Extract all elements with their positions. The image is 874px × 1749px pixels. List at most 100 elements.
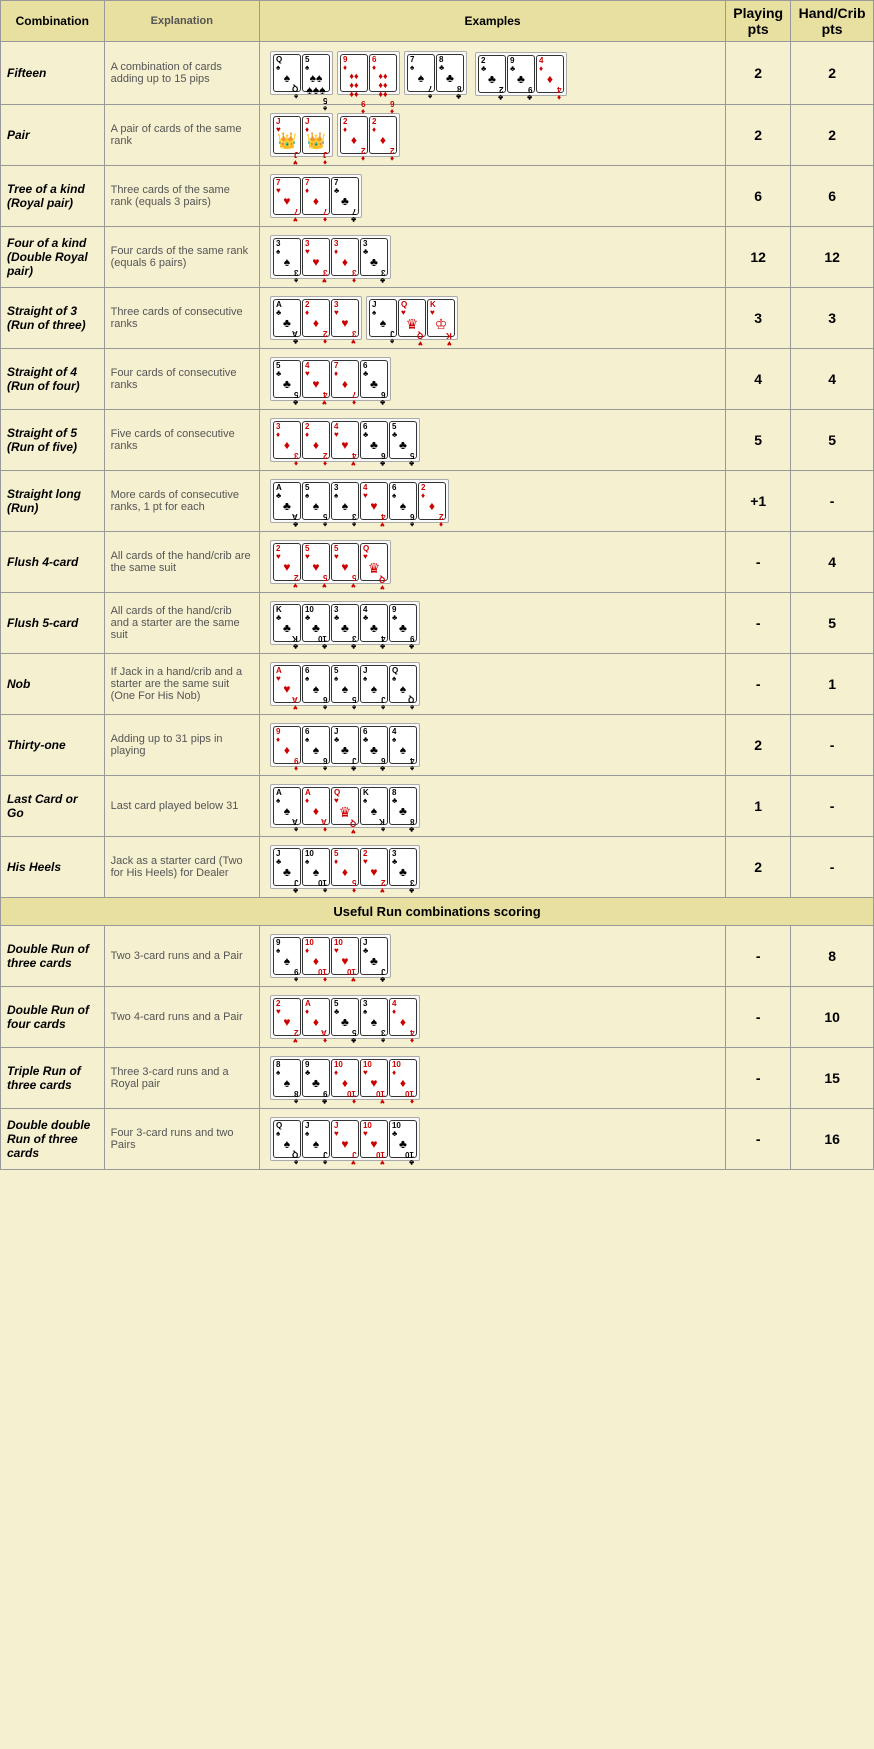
card: Q♠ ♠ Q♠ (273, 1120, 301, 1158)
card: 10♥ ♥ 10♥ (360, 1120, 388, 1158)
combination-triple-run3: Triple Run of three cards (1, 1048, 105, 1109)
combination-lastcard: Last Card or Go (1, 776, 105, 837)
handcrib-straight3: 3 (791, 288, 874, 349)
handcrib-four-kind: 12 (791, 227, 874, 288)
combination-double-run4: Double Run of four cards (1, 987, 105, 1048)
card: Q♠ ♠ Q♠ (389, 665, 417, 703)
card: 10♦ ♦ 10♦ (331, 1059, 359, 1097)
card: A♦ ♦ A♦ (302, 998, 330, 1036)
card: 5♥ ♥ 5♥ (331, 543, 359, 581)
card: 5♦ ♦ 5♦ (331, 848, 359, 886)
card: A♦ ♦ A♦ (302, 787, 330, 825)
playing-thirtyone: 2 (726, 715, 791, 776)
examples-triple-run3: 8♠ ♠ 8♠ 9♣ ♣ 9♣ 10♦ ♦ 10♦ (259, 1048, 725, 1109)
card: 8♠ ♠ 8♠ (273, 1059, 301, 1097)
examples-fifteen: Q♠ ♠ Q♠ 5♠ ♠♠♠♠♠ 5♠ (259, 42, 725, 105)
playing-fifteen: 2 (726, 42, 791, 105)
combination-straight3: Straight of 3 (Run of three) (1, 288, 105, 349)
explanation-double-run3: Two 3-card runs and a Pair (104, 926, 259, 987)
header-playing: Playing pts (726, 1, 791, 42)
combination-four-kind: Four of a kind (Double Royal pair) (1, 227, 105, 288)
playing-flush4: - (726, 532, 791, 593)
playing-double-double-run3: - (726, 1109, 791, 1170)
card: 4♥ ♥ 4♥ (331, 421, 359, 459)
handcrib-three-kind: 6 (791, 166, 874, 227)
card: 7♥ ♥ 7♥ (273, 177, 301, 215)
row-straight-long: Straight long (Run) More cards of consec… (1, 471, 874, 532)
row-pair: Pair A pair of cards of the same rank J♥… (1, 105, 874, 166)
card: 5♥ ♥ 5♥ (302, 543, 330, 581)
card: 6♣ ♣ 6♣ (360, 726, 388, 764)
card: A♠ ♠ A♠ (273, 787, 301, 825)
card: K♣ ♣ K♣ (273, 604, 301, 642)
explanation-triple-run3: Three 3-card runs and a Royal pair (104, 1048, 259, 1109)
card: 4♥ ♥ 4♥ (302, 360, 330, 398)
card: 3♣ ♣ 3♣ (389, 848, 417, 886)
handcrib-fifteen: 2 (791, 42, 874, 105)
card: 4♥ ♥ 4♥ (360, 482, 388, 520)
handcrib-double-double-run3: 16 (791, 1109, 874, 1170)
card: K♥ ♔ K♥ (427, 299, 455, 337)
explanation-lastcard: Last card played below 31 (104, 776, 259, 837)
header-handcrib: Hand/Crib pts (791, 1, 874, 42)
combination-nob: Nob (1, 654, 105, 715)
card: 9♣ ♣ 9♣ (389, 604, 417, 642)
playing-straight4: 4 (726, 349, 791, 410)
card: 3♣ ♣ 3♣ (360, 238, 388, 276)
playing-hisheels: 2 (726, 837, 791, 898)
playing-triple-run3: - (726, 1048, 791, 1109)
row-double-run4: Double Run of four cards Two 4-card runs… (1, 987, 874, 1048)
card: 2♦ ♦ 2♦ (418, 482, 446, 520)
playing-straight-long: +1 (726, 471, 791, 532)
card: Q♥ ♛ Q♥ (360, 543, 388, 581)
card: 7♦ ♦ 7♦ (302, 177, 330, 215)
header-examples: Examples (259, 1, 725, 42)
handcrib-flush4: 4 (791, 532, 874, 593)
card: J♥ 👑 J♥ (273, 116, 301, 154)
explanation-four-kind: Four cards of the same rank (equals 6 pa… (104, 227, 259, 288)
card: 4♦ ♦ 4♦ (389, 998, 417, 1036)
combination-thirtyone: Thirty-one (1, 715, 105, 776)
card: 3♣ ♣ 3♣ (331, 604, 359, 642)
handcrib-lastcard: - (791, 776, 874, 837)
card: 7♣ ♣ 7♣ (331, 177, 359, 215)
card: 2♥ ♥ 2♥ (360, 848, 388, 886)
card: 5♣ ♣ 5♣ (273, 360, 301, 398)
playing-four-kind: 12 (726, 227, 791, 288)
card: 9♠ ♠ 9♠ (273, 937, 301, 975)
card: 3♠ ♠ 3♠ (273, 238, 301, 276)
card: 3♥ ♥ 3♥ (331, 299, 359, 337)
combination-double-double-run3: Double double Run of three cards (1, 1109, 105, 1170)
card: 2♦ ♦ 2♦ (302, 299, 330, 337)
examples-thirtyone: 9♦ ♦ 9♦ 6♠ ♠ 6♠ J♣ ♣ J♣ (259, 715, 725, 776)
card: 7♦ ♦ 7♦ (331, 360, 359, 398)
explanation-straight4: Four cards of consecutive ranks (104, 349, 259, 410)
card: 4♦ ♦ 4♦ (536, 55, 564, 93)
examples-flush4: 2♥ ♥ 2♥ 5♥ ♥ 5♥ 5♥ ♥ 5♥ (259, 532, 725, 593)
row-thirtyone: Thirty-one Adding up to 31 pips in playi… (1, 715, 874, 776)
handcrib-pair: 2 (791, 105, 874, 166)
row-hisheels: His Heels Jack as a starter card (Two fo… (1, 837, 874, 898)
row-flush4: Flush 4-card All cards of the hand/crib … (1, 532, 874, 593)
examples-pair: J♥ 👑 J♥ J♦ 👑 J♦ 2♦ ♦ (259, 105, 725, 166)
handcrib-double-run3: 8 (791, 926, 874, 987)
playing-pair: 2 (726, 105, 791, 166)
handcrib-thirtyone: - (791, 715, 874, 776)
combination-straight-long: Straight long (Run) (1, 471, 105, 532)
card: Q♥ ♛ Q♥ (398, 299, 426, 337)
card: 6♠ ♠ 6♠ (302, 726, 330, 764)
combination-hisheels: His Heels (1, 837, 105, 898)
explanation-thirtyone: Adding up to 31 pips in playing (104, 715, 259, 776)
examples-lastcard: A♠ ♠ A♠ A♦ ♦ A♦ Q♥ ♛ Q♥ (259, 776, 725, 837)
playing-straight5: 5 (726, 410, 791, 471)
explanation-double-run4: Two 4-card runs and a Pair (104, 987, 259, 1048)
row-nob: Nob If Jack in a hand/crib and a starter… (1, 654, 874, 715)
handcrib-triple-run3: 15 (791, 1048, 874, 1109)
card: A♣ ♣ A♣ (273, 482, 301, 520)
examples-double-run3: 9♠ ♠ 9♠ 10♦ ♦ 10♦ 10♥ ♥ 10♥ (259, 926, 725, 987)
examples-double-double-run3: Q♠ ♠ Q♠ J♠ ♠ J♠ J♥ ♥ J♥ (259, 1109, 725, 1170)
card: 5♠ ♠ 5♠ (331, 665, 359, 703)
explanation-three-kind: Three cards of the same rank (equals 3 p… (104, 166, 259, 227)
card: 10♥ ♥ 10♥ (360, 1059, 388, 1097)
examples-straight3: A♣ ♣ A♣ 2♦ ♦ 2♦ 3♥ ♥ 3♥ (259, 288, 725, 349)
